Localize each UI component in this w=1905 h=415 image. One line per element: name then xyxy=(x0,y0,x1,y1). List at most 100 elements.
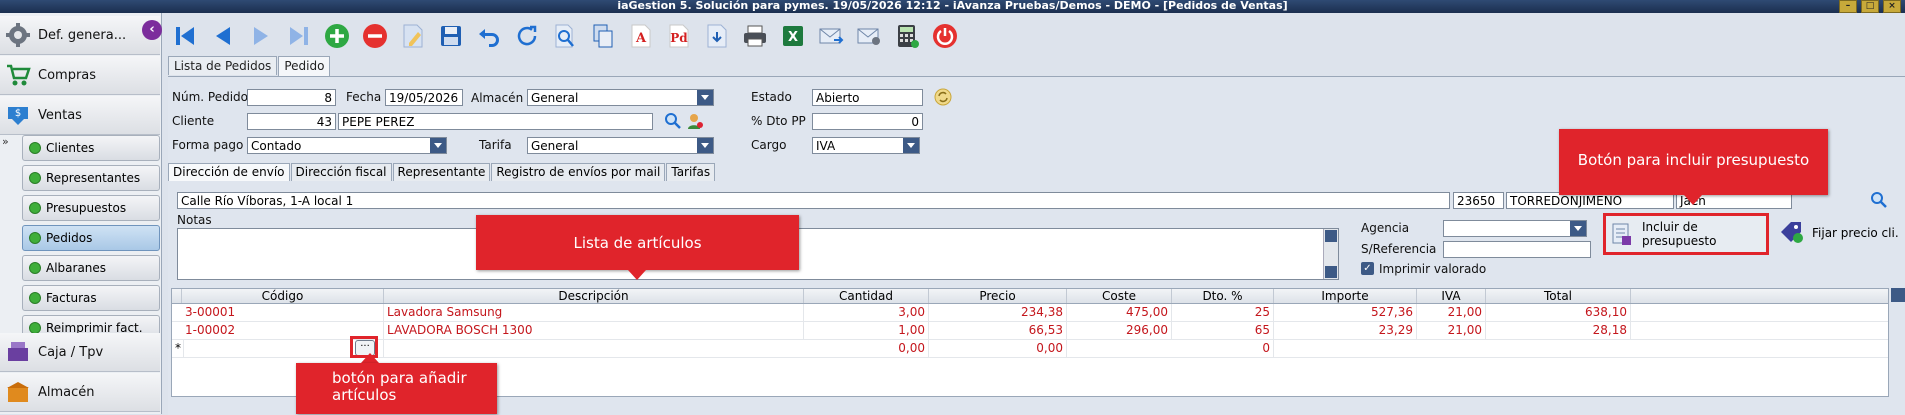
cantidad-cell[interactable]: 3,00 xyxy=(804,304,929,321)
dto-new-cell[interactable]: 0 xyxy=(1172,340,1274,357)
grid-scroll-up[interactable] xyxy=(1891,288,1905,302)
sidebar-item-compras[interactable]: Compras xyxy=(0,56,160,95)
delete-button[interactable] xyxy=(358,19,392,53)
exit-button[interactable] xyxy=(928,19,962,53)
fijar-precio-button[interactable]: Fijar precio cli. xyxy=(1778,218,1899,248)
sidebar-item-almacen[interactable]: Almacén xyxy=(0,373,160,412)
excel-button[interactable]: X xyxy=(776,19,810,53)
first-record-button[interactable] xyxy=(168,19,202,53)
sidebar-item-caja[interactable]: Caja / Tpv xyxy=(0,333,160,372)
minimize-button[interactable]: – xyxy=(1839,0,1857,13)
importe-cell[interactable]: 527,36 xyxy=(1274,304,1417,321)
sidebar-item-def-general[interactable]: Def. genera... xyxy=(0,16,160,55)
print-button[interactable] xyxy=(738,19,772,53)
tarifa-select[interactable]: General xyxy=(527,137,714,154)
sidebar-subitem-albaranes[interactable]: Albaranes xyxy=(22,255,160,281)
export-button[interactable] xyxy=(700,19,734,53)
column-header[interactable]: Coste xyxy=(1067,289,1172,303)
codigo-postal-field[interactable]: 23650 xyxy=(1453,192,1504,209)
chevron-down-icon[interactable] xyxy=(1570,221,1586,236)
almacen-select[interactable]: General xyxy=(527,89,714,106)
email-settings-button[interactable] xyxy=(852,19,886,53)
chevron-down-icon[interactable] xyxy=(697,90,713,105)
notas-scrollbar[interactable] xyxy=(1323,229,1338,279)
previous-record-button[interactable] xyxy=(206,19,240,53)
imprimir-valorado-checkbox[interactable]: ✓ xyxy=(1361,262,1374,275)
descripcion-cell[interactable]: LAVADORA BOSCH 1300 xyxy=(384,322,804,339)
column-header[interactable]: Precio xyxy=(929,289,1067,303)
cliente-codigo-field[interactable]: 43 xyxy=(247,113,336,130)
sidebar-subitem-facturas[interactable]: Facturas xyxy=(22,285,160,311)
pdf-button[interactable]: A xyxy=(624,19,658,53)
chevron-down-icon[interactable] xyxy=(697,138,713,153)
subtab-direccion-fiscal[interactable]: Dirección fiscal xyxy=(290,163,392,181)
subtab-registro-envios[interactable]: Registro de envíos por mail xyxy=(491,163,666,181)
add-button[interactable] xyxy=(320,19,354,53)
new-row[interactable]: * 0,00 0,00 0 xyxy=(172,340,1888,358)
subtab-representante[interactable]: Representante xyxy=(392,163,491,181)
pdf-print-button[interactable]: Pd xyxy=(662,19,696,53)
importe-cell[interactable]: 23,29 xyxy=(1274,322,1417,339)
iva-cell[interactable]: 21,00 xyxy=(1417,304,1486,321)
copy-button[interactable] xyxy=(586,19,620,53)
next-record-button[interactable] xyxy=(244,19,278,53)
fecha-field[interactable]: 19/05/2026 xyxy=(385,89,463,106)
iva-cell[interactable]: 21,00 xyxy=(1417,322,1486,339)
column-header[interactable]: Total xyxy=(1486,289,1631,303)
subtab-direccion-envio[interactable]: Dirección de envío xyxy=(168,163,290,181)
calculator-button[interactable] xyxy=(890,19,924,53)
search-icon[interactable] xyxy=(1870,191,1888,212)
cliente-nombre-field[interactable]: PEPE PEREZ xyxy=(338,113,653,130)
close-window-button[interactable]: × xyxy=(1883,0,1901,13)
coste-cell[interactable]: 296,00 xyxy=(1067,322,1172,339)
last-record-button[interactable] xyxy=(282,19,316,53)
collapse-sidebar-button[interactable]: ‹ xyxy=(142,20,162,40)
num-pedido-field[interactable]: 8 xyxy=(247,89,336,106)
total-cell[interactable]: 638,10 xyxy=(1486,304,1631,321)
table-row[interactable]: 3-00001 Lavadora Samsung 3,00 234,38 475… xyxy=(172,304,1888,322)
chevron-down-icon[interactable]: » xyxy=(2,135,9,148)
sidebar-subitem-clientes[interactable]: Clientes xyxy=(22,135,160,161)
email-button[interactable] xyxy=(814,19,848,53)
subtab-tarifas[interactable]: Tarifas xyxy=(666,163,716,181)
column-header[interactable]: Descripción xyxy=(384,289,804,303)
search-icon[interactable] xyxy=(664,112,682,133)
precio-new-cell[interactable]: 0,00 xyxy=(929,340,1067,357)
descripcion-cell[interactable]: Lavadora Samsung xyxy=(384,304,804,321)
sidebar-item-ventas[interactable]: $ Ventas xyxy=(0,96,160,135)
chevron-down-icon[interactable] xyxy=(903,138,919,153)
sreferencia-field[interactable] xyxy=(1443,241,1591,258)
total-cell[interactable]: 28,18 xyxy=(1486,322,1631,339)
direccion-field[interactable]: Calle Río Víboras, 1-A local 1 xyxy=(177,192,1450,209)
column-header[interactable]: Importe xyxy=(1274,289,1417,303)
dto-pp-field[interactable]: 0 xyxy=(812,113,923,130)
agencia-select[interactable] xyxy=(1443,220,1587,237)
dto-cell[interactable]: 25 xyxy=(1172,304,1274,321)
column-header[interactable]: Código xyxy=(182,289,384,303)
precio-cell[interactable]: 66,53 xyxy=(929,322,1067,339)
column-header[interactable]: Cantidad xyxy=(804,289,929,303)
table-row[interactable]: 1-00002 LAVADORA BOSCH 1300 1,00 66,53 2… xyxy=(172,322,1888,340)
maximize-button[interactable]: □ xyxy=(1861,0,1879,13)
column-header[interactable]: Dto. % xyxy=(1172,289,1274,303)
tab-lista-pedidos[interactable]: Lista de Pedidos xyxy=(168,56,278,75)
refresh-button[interactable] xyxy=(510,19,544,53)
save-button[interactable] xyxy=(434,19,468,53)
cargo-select[interactable]: IVA xyxy=(812,137,920,154)
undo-button[interactable] xyxy=(472,19,506,53)
sidebar-subitem-presupuestos[interactable]: Presupuestos xyxy=(22,195,160,221)
column-header[interactable]: IVA xyxy=(1417,289,1486,303)
cantidad-new-cell[interactable]: 0,00 xyxy=(804,340,929,357)
incluir-presupuesto-button[interactable]: Incluir de presupuesto xyxy=(1603,213,1769,255)
status-refresh-icon[interactable] xyxy=(934,88,952,109)
edit-button[interactable] xyxy=(396,19,430,53)
search-records-button[interactable] xyxy=(548,19,582,53)
forma-pago-select[interactable]: Contado xyxy=(247,137,447,154)
sidebar-subitem-representantes[interactable]: Representantes xyxy=(22,165,160,191)
chevron-down-icon[interactable] xyxy=(430,138,446,153)
precio-cell[interactable]: 234,38 xyxy=(929,304,1067,321)
sidebar-subitem-pedidos[interactable]: Pedidos xyxy=(22,225,160,251)
dto-cell[interactable]: 65 xyxy=(1172,322,1274,339)
cantidad-cell[interactable]: 1,00 xyxy=(804,322,929,339)
codigo-cell[interactable]: 3-00001 xyxy=(182,304,384,321)
